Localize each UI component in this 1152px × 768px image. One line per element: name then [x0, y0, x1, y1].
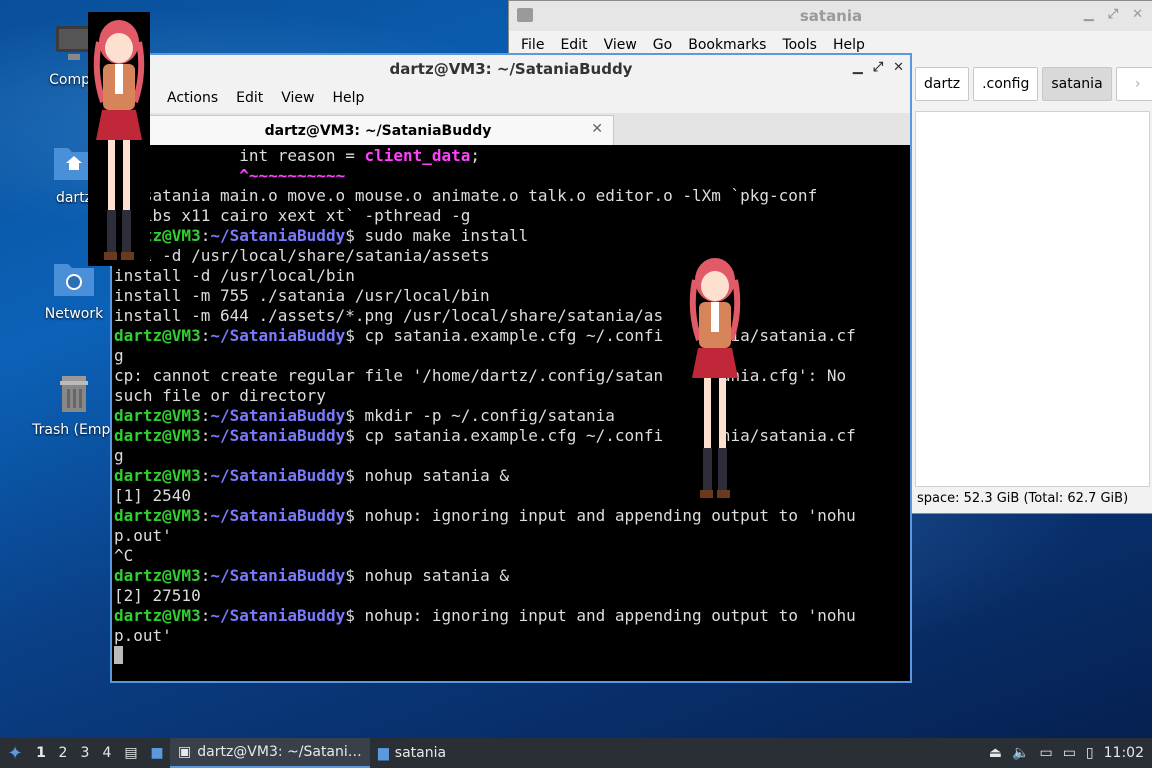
terminal-icon: ▣ — [178, 744, 192, 760]
menu-actions[interactable]: Actions — [158, 90, 227, 106]
breadcrumb: dartz .config satania › — [915, 67, 1152, 101]
upload-icon[interactable]: ⏏ — [989, 745, 1002, 761]
menu-file[interactable]: File — [513, 37, 552, 53]
file-view-pane[interactable] — [915, 111, 1150, 487]
menu-view[interactable]: View — [272, 90, 323, 106]
character-figure — [689, 258, 741, 498]
tab-label: dartz@VM3: ~/SataniaBuddy — [264, 123, 492, 139]
satania-sprite-small[interactable] — [88, 12, 150, 266]
menu-edit[interactable]: Edit — [227, 90, 272, 106]
task-file-manager[interactable]: ▆ satania — [370, 739, 454, 767]
menu-edit[interactable]: Edit — [552, 37, 595, 53]
breadcrumb-dartz[interactable]: dartz — [915, 67, 970, 101]
clipboard-icon[interactable]: ▭ — [1039, 745, 1052, 761]
task-label: dartz@VM3: ~/Satani… — [197, 744, 362, 760]
desktop-icon-network[interactable]: Network — [26, 258, 122, 322]
terminal-menubar: Actions Edit View Help — [112, 83, 910, 113]
folder-icon: ▆ — [378, 745, 389, 761]
menu-go[interactable]: Go — [645, 37, 680, 53]
taskbar: ✦ 1 2 3 4 ▤ ■ ▣ dartz@VM3: ~/Satani… ▆ s… — [0, 738, 1152, 768]
workspace-2[interactable]: 2 — [52, 745, 74, 761]
start-menu-icon[interactable]: ✦ — [0, 743, 30, 764]
menu-view[interactable]: View — [596, 37, 645, 53]
task-terminal[interactable]: ▣ dartz@VM3: ~/Satani… — [170, 738, 370, 768]
menu-bookmarks[interactable]: Bookmarks — [680, 37, 774, 53]
desktop-icon-label: Network — [44, 306, 104, 322]
notification-icon[interactable]: ▯ — [1086, 745, 1094, 761]
folder-icon — [517, 8, 533, 22]
terminal-titlebar[interactable]: dartz@VM3: ~/SataniaBuddy ▁ ⤢ ✕ — [112, 55, 910, 83]
trash-icon — [60, 376, 88, 412]
status-bar: space: 52.3 GiB (Total: 62.7 GiB) — [917, 491, 1129, 506]
satania-sprite[interactable] — [684, 250, 746, 504]
terminal-title: dartz@VM3: ~/SataniaBuddy — [389, 60, 633, 78]
workspace-1[interactable]: 1 — [30, 745, 52, 761]
terminal-cursor — [114, 646, 123, 664]
close-tab-icon[interactable]: ✕ — [591, 121, 603, 137]
breadcrumb-config[interactable]: .config — [973, 67, 1039, 101]
menu-help[interactable]: Help — [324, 90, 374, 106]
terminal-output[interactable]: l0 | int reason = client_data; | ^~~~~~~… — [112, 145, 910, 681]
menu-help[interactable]: Help — [825, 37, 873, 53]
terminal-text: l0 | int reason = client_data; | ^~~~~~~… — [112, 145, 910, 667]
task-label: satania — [394, 745, 447, 761]
file-manager-titlebar[interactable]: satania ▁ ⤢ ✕ — [509, 1, 1152, 31]
terminal-tabbar: dartz@VM3: ~/SataniaBuddy ✕ — [112, 113, 910, 146]
file-manager-title: satania — [799, 7, 863, 25]
breadcrumb-satania[interactable]: satania — [1042, 67, 1112, 101]
clock[interactable]: 11:02 — [1104, 745, 1144, 761]
close-icon[interactable]: ✕ — [1132, 7, 1143, 22]
character-figure — [93, 20, 145, 260]
tab-terminal[interactable]: dartz@VM3: ~/SataniaBuddy ✕ — [142, 115, 614, 146]
chevron-right-icon[interactable]: › — [1115, 67, 1152, 101]
volume-icon[interactable]: 🔈 — [1012, 745, 1029, 761]
workspace-3[interactable]: 3 — [74, 745, 96, 761]
menu-tools[interactable]: Tools — [774, 37, 825, 53]
close-icon[interactable]: ✕ — [893, 60, 904, 75]
workspace-4[interactable]: 4 — [96, 745, 118, 761]
maximize-icon[interactable]: ⤢ — [1108, 7, 1118, 22]
minimize-icon[interactable]: ▁ — [1084, 7, 1094, 22]
minimize-icon[interactable]: ▁ — [853, 60, 863, 75]
show-desktop-icon[interactable]: ■ — [144, 745, 170, 761]
file-manager-launcher-icon[interactable]: ▤ — [118, 745, 144, 761]
maximize-icon[interactable]: ⤢ — [873, 60, 883, 75]
desktop-icon-trash[interactable]: Trash (Empt — [26, 374, 122, 438]
system-tray: ⏏ 🔈 ▭ ▭ ▯ 11:02 — [989, 738, 1152, 768]
terminal-window[interactable]: dartz@VM3: ~/SataniaBuddy ▁ ⤢ ✕ Actions Ed… — [110, 53, 912, 683]
desktop-icon-label: Trash (Empt — [32, 422, 116, 438]
display-icon[interactable]: ▭ — [1063, 745, 1076, 761]
